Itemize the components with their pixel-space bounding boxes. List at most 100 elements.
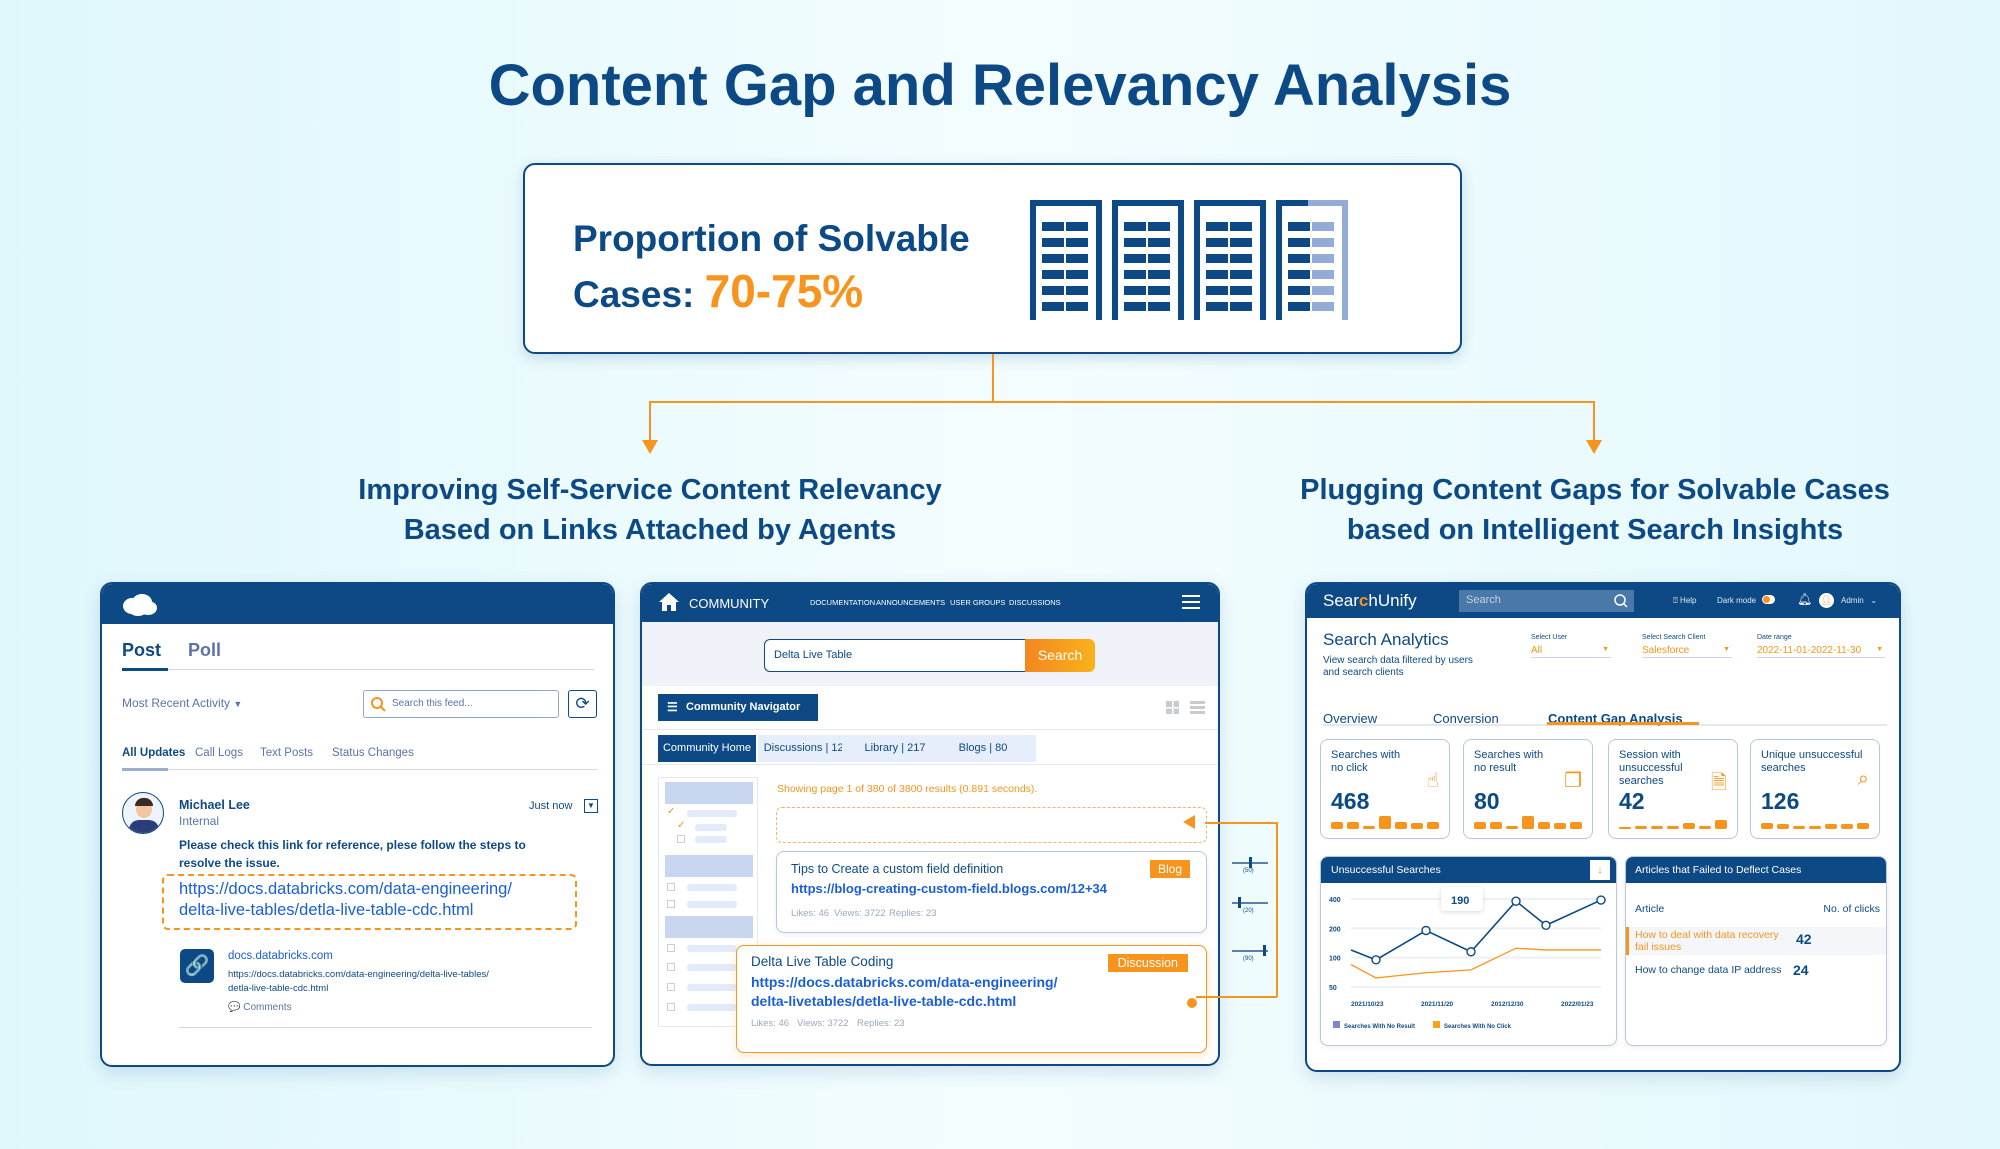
grid-view-icon[interactable] (1166, 701, 1179, 714)
window (1066, 270, 1088, 279)
community-tab[interactable]: Blogs | 80 (930, 735, 1036, 762)
spark-bar (1667, 825, 1679, 829)
su-search-input[interactable]: Search (1459, 590, 1634, 612)
kpi-sparkbars (1474, 816, 1582, 829)
window (1288, 254, 1310, 263)
window (1312, 270, 1334, 279)
kpi-label: Session with unsuccessful searches (1619, 749, 1683, 787)
slider-handle[interactable] (1238, 897, 1242, 908)
spark-bar (1635, 825, 1647, 829)
kpi-label: Searches with no result (1474, 749, 1544, 774)
chart-title: Unsuccessful Searches (1331, 864, 1441, 876)
su-tab[interactable]: Overview (1323, 711, 1377, 726)
bell-icon[interactable]: 🔔︎ (1797, 592, 1812, 606)
su-header: SearchUnify Search ⍰ Help Dark mode 🔔︎ 👤… (1307, 584, 1899, 618)
x-tick-label: 2012/12/30 (1491, 1001, 1524, 1008)
preview-domain[interactable]: docs.databricks.com (228, 950, 333, 962)
spark-bar (1777, 824, 1789, 829)
spark-bar (1699, 825, 1711, 829)
dark-mode-toggle[interactable] (1762, 595, 1775, 604)
slider-handle[interactable] (1249, 857, 1252, 868)
su-tab[interactable]: Conversion (1433, 711, 1499, 726)
spark-bar (1347, 822, 1359, 829)
window (1042, 254, 1064, 263)
nav-link[interactable]: DISCUSSIONS (1009, 598, 1061, 607)
table-row[interactable]: How to change data IP address 24 (1626, 961, 1886, 981)
filter-dropdown[interactable]: Salesforce ▼ (1642, 644, 1732, 658)
window (1148, 238, 1170, 247)
filter-dropdown[interactable]: 2022-11-01-2022-11-30 ▼ (1757, 644, 1885, 658)
spark-bar (1490, 822, 1502, 829)
help-button[interactable]: ⍰ Help (1673, 596, 1697, 606)
window (1288, 270, 1310, 279)
result-link[interactable]: https://blog-creating-custom-field.blogs… (791, 881, 1107, 896)
kpi-sparkbars (1619, 817, 1727, 829)
download-button[interactable]: ↓ (1590, 860, 1610, 880)
spark-bar (1809, 825, 1821, 829)
page-title: Content Gap and Relevancy Analysis (488, 53, 1512, 118)
result-card[interactable]: Tips to Create a custom field definition… (776, 851, 1207, 933)
slider-handle[interactable] (1263, 945, 1267, 956)
window (1312, 238, 1334, 247)
community-tab[interactable]: Community Home (658, 735, 756, 762)
community-search-input[interactable]: Delta Live Table (764, 639, 1026, 672)
slider-label: (20) (1243, 908, 1254, 914)
articles-card: Articles that Failed to Deflect Cases Ar… (1625, 856, 1887, 1046)
nav-link[interactable]: ANNOUNCEMENTS (876, 598, 945, 607)
post-menu-button[interactable]: ▼ (584, 799, 598, 813)
window (1066, 286, 1088, 295)
connector (992, 354, 994, 402)
table-row[interactable]: How to deal with data recovery fail issu… (1626, 927, 1886, 955)
comments-button[interactable]: 💬 Comments (228, 1002, 292, 1013)
filter-tab[interactable]: Call Logs (195, 747, 243, 759)
search-button[interactable]: Search (1025, 639, 1095, 672)
search-placeholder: Search this feed... (392, 698, 473, 709)
tab-post[interactable]: Post (122, 640, 161, 661)
window (1206, 302, 1228, 311)
x-tick-label: 2021/10/23 (1351, 1001, 1384, 1008)
nav-link[interactable]: USER GROUPS (950, 598, 1005, 607)
result-card-highlighted[interactable]: Delta Live Table Coding Discussion https… (736, 945, 1207, 1053)
window (1206, 238, 1228, 247)
list-view-icon[interactable] (1190, 701, 1205, 714)
attached-link[interactable]: https://docs.databricks.com/data-enginee… (179, 879, 512, 921)
tab-poll[interactable]: Poll (188, 640, 221, 661)
divider (179, 1027, 592, 1028)
heading-line: based on Intelligent Search Insights (1346, 514, 1844, 546)
link-line: delta-live-tables/detla-live-table-cdc.h… (179, 901, 474, 919)
window (1124, 254, 1146, 263)
window (1042, 302, 1064, 311)
community-panel: COMMUNITY DOCUMENTATION ANNOUNCEMENTS USER… (640, 582, 1220, 1066)
building-icon (1194, 200, 1266, 320)
window (1066, 238, 1088, 247)
copy-icon: ❐ (1564, 770, 1582, 792)
filter-tab[interactable]: All Updates (122, 747, 185, 759)
heading-line: Based on Links Attached by Agents (403, 514, 897, 546)
navigator-label: Community Navigator (686, 701, 801, 713)
admin-menu[interactable]: Admin ⌄ (1841, 596, 1877, 605)
caret-down-icon: ▼ (1602, 646, 1609, 653)
filter-dropdown[interactable]: All ▼ (1531, 644, 1611, 658)
spark-bar (1395, 822, 1407, 829)
window (1124, 286, 1146, 295)
building-icon (1112, 200, 1184, 320)
menu-icon[interactable] (1182, 595, 1200, 609)
feed-search-input[interactable]: Search this feed... (363, 690, 559, 718)
result-link[interactable]: https://docs.databricks.com/data-enginee… (751, 973, 1058, 1011)
active-tab-indicator (1547, 722, 1699, 725)
window (1124, 302, 1146, 311)
sort-dropdown[interactable]: Most Recent Activity ▼ (122, 696, 242, 710)
link-line: delta-livetables/detla-live-table-cdc.ht… (751, 993, 1017, 1009)
arrow-down-icon: ↓ (1597, 864, 1603, 876)
nav-link[interactable]: DOCUMENTATION (810, 598, 875, 607)
connector (1196, 996, 1277, 998)
x-tick-label: 2021/11/20 (1421, 1001, 1454, 1008)
filter-tab[interactable]: Status Changes (332, 747, 414, 759)
refresh-button[interactable]: ⟳ (568, 690, 597, 718)
kpi-card: Session with unsuccessful searches 🗎︎ 42 (1608, 739, 1738, 839)
window (1124, 222, 1146, 231)
community-navigator-button[interactable]: ☰ Community Navigator (658, 694, 818, 721)
post-text-line: resolve the issue. (179, 856, 280, 870)
filter-tab[interactable]: Text Posts (260, 747, 313, 759)
summary-label: Proportion of Solvable (573, 218, 970, 259)
